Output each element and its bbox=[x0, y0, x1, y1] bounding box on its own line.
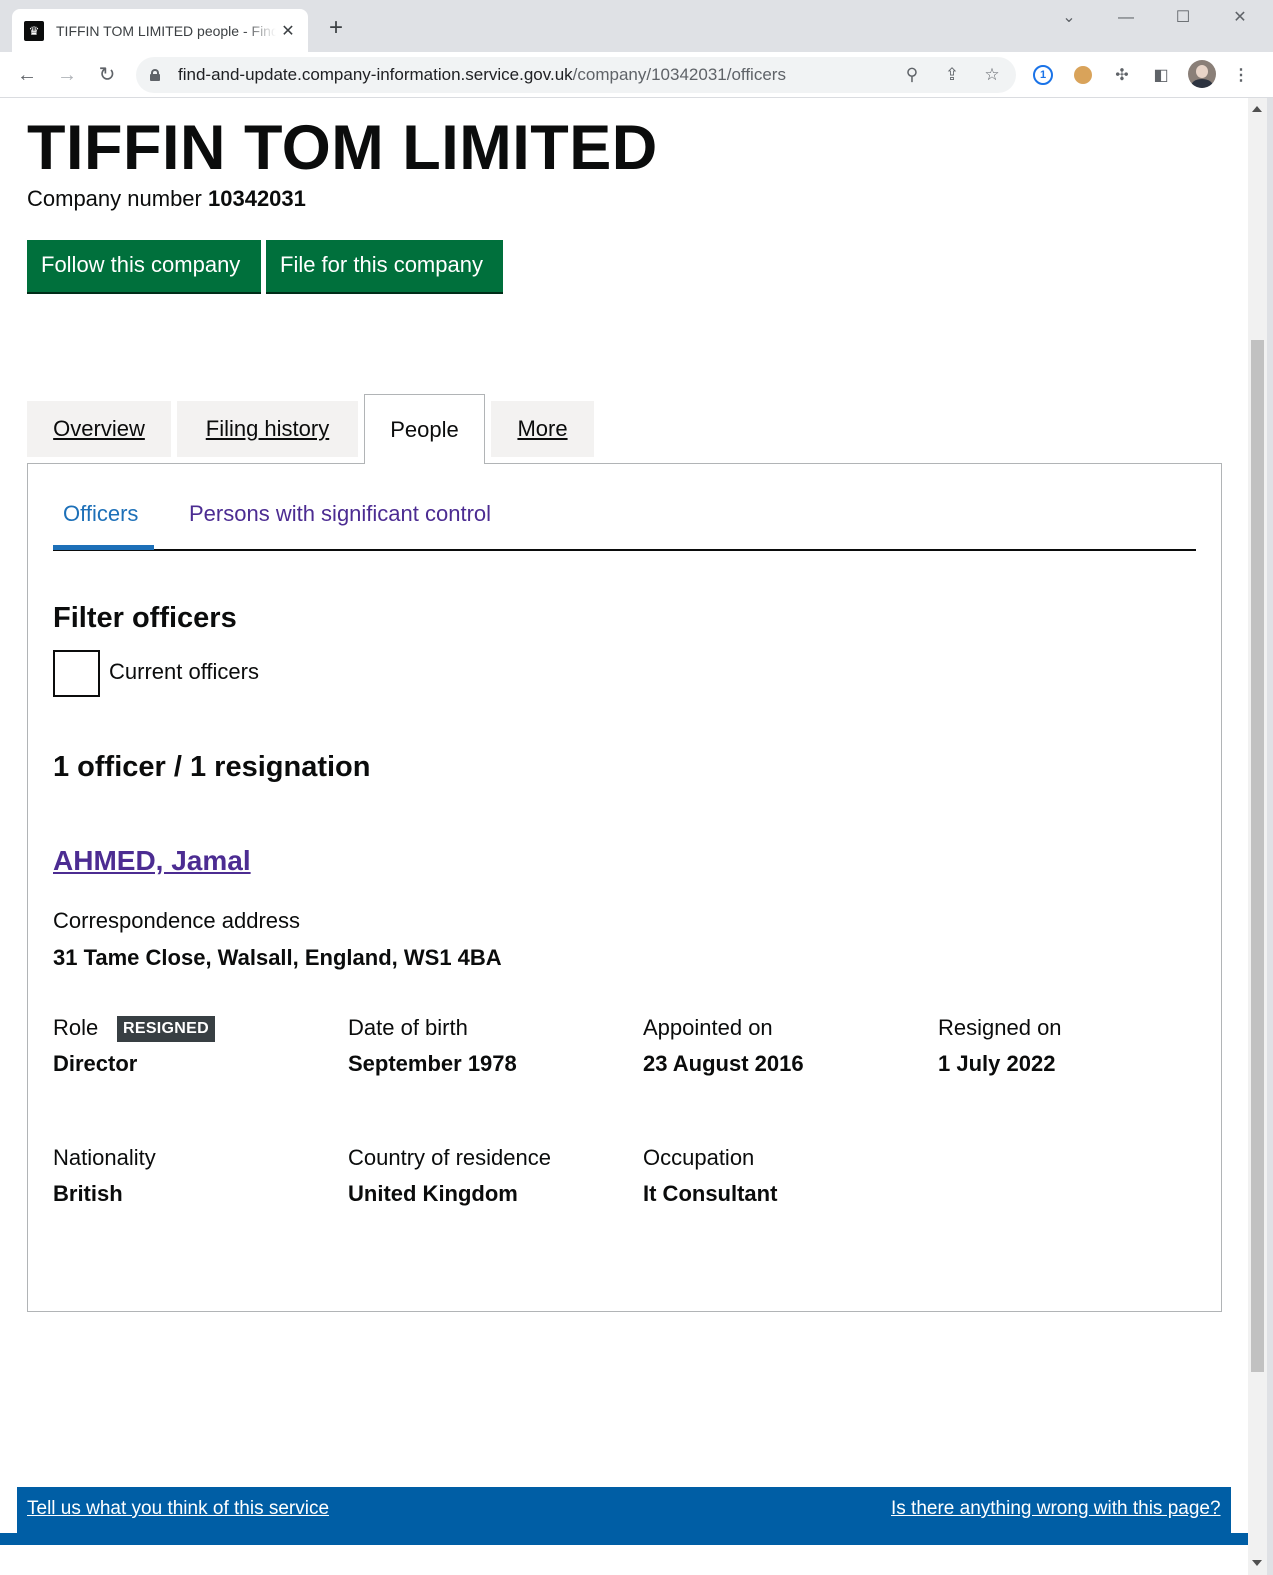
address-value: 31 Tame Close, Walsall, England, WS1 4BA bbox=[53, 945, 502, 970]
forward-icon[interactable]: → bbox=[54, 62, 80, 88]
status-badge: RESIGNED bbox=[117, 1016, 215, 1042]
page-scrollbar[interactable] bbox=[1248, 98, 1267, 1575]
extensions-puzzle-icon[interactable]: ✣ bbox=[1111, 64, 1133, 86]
subtab-active-indicator bbox=[53, 545, 154, 550]
browser-tab[interactable]: ♛ TIFFIN TOM LIMITED people - Find and u… bbox=[12, 9, 308, 52]
resigned-label: Resigned on bbox=[938, 1015, 1062, 1040]
url-text: find-and-update.company-information.serv… bbox=[178, 65, 786, 84]
tab-filing-history[interactable]: Filing history bbox=[177, 401, 358, 457]
nationality-label: Nationality bbox=[53, 1145, 156, 1170]
tab-overview[interactable]: Overview bbox=[27, 401, 171, 457]
officer-count-heading: 1 officer / 1 resignation bbox=[53, 751, 371, 783]
password-manager-icon[interactable]: 1 bbox=[1032, 64, 1054, 86]
current-officers-checkbox[interactable] bbox=[53, 650, 100, 697]
tab-more[interactable]: More bbox=[491, 401, 594, 457]
window-edge bbox=[1267, 98, 1273, 1575]
company-number-value: 10342031 bbox=[208, 186, 306, 211]
company-number: Company number 10342031 bbox=[27, 186, 306, 211]
feedback-service-link[interactable]: Tell us what you think of this service bbox=[27, 1498, 329, 1520]
close-tab-icon[interactable]: ✕ bbox=[278, 21, 298, 41]
scroll-thumb[interactable] bbox=[1251, 340, 1264, 1372]
scroll-up-icon[interactable] bbox=[1252, 106, 1262, 112]
address-bar[interactable]: find-and-update.company-information.serv… bbox=[136, 57, 1016, 93]
nationality-value: British bbox=[53, 1181, 123, 1206]
browser-tab-title: TIFFIN TOM LIMITED people - Find and upd… bbox=[56, 22, 276, 39]
occupation-value: It Consultant bbox=[643, 1181, 778, 1206]
subtab-divider bbox=[53, 549, 1196, 551]
occupation-label: Occupation bbox=[643, 1145, 755, 1170]
back-icon[interactable]: ← bbox=[14, 62, 40, 88]
side-panel-icon[interactable]: ◧ bbox=[1150, 64, 1172, 86]
dob-value: September 1978 bbox=[348, 1051, 517, 1076]
close-window-icon[interactable]: ✕ bbox=[1225, 8, 1255, 28]
subtab-officers[interactable]: Officers bbox=[63, 501, 138, 527]
profile-avatar[interactable] bbox=[1188, 60, 1216, 88]
maximize-icon[interactable]: ☐ bbox=[1168, 8, 1198, 28]
resigned-value: 1 July 2022 bbox=[938, 1051, 1056, 1076]
scroll-down-icon[interactable] bbox=[1252, 1560, 1262, 1566]
residence-label: Country of residence bbox=[348, 1145, 551, 1170]
crown-favicon-icon: ♛ bbox=[24, 20, 44, 41]
appointed-value: 23 August 2016 bbox=[643, 1051, 804, 1076]
current-officers-label[interactable]: Current officers bbox=[109, 659, 259, 685]
reload-icon[interactable]: ↻ bbox=[94, 62, 120, 88]
filter-heading: Filter officers bbox=[53, 602, 237, 634]
address-label: Correspondence address bbox=[53, 908, 301, 933]
follow-company-button[interactable]: Follow this company bbox=[27, 240, 261, 292]
dob-label: Date of birth bbox=[348, 1015, 468, 1040]
role-label: Role bbox=[53, 1015, 99, 1040]
residence-value: United Kingdom bbox=[348, 1181, 518, 1206]
people-panel bbox=[27, 463, 1222, 1312]
tab-people[interactable]: People bbox=[364, 394, 485, 464]
report-problem-link[interactable]: Is there anything wrong with this page? bbox=[891, 1498, 1221, 1520]
role-value: Director bbox=[53, 1051, 138, 1076]
minimize-icon[interactable]: — bbox=[1111, 8, 1141, 28]
file-for-company-button[interactable]: File for this company bbox=[266, 240, 503, 292]
cookie-extension-icon[interactable] bbox=[1072, 64, 1094, 86]
tab-search-icon[interactable]: ⌄ bbox=[1054, 8, 1084, 28]
officer-name-link[interactable]: AHMED, Jamal bbox=[53, 845, 251, 877]
appointed-label: Appointed on bbox=[643, 1015, 773, 1040]
subtab-psc[interactable]: Persons with significant control bbox=[189, 501, 491, 527]
company-name: TIFFIN TOM LIMITED bbox=[27, 113, 658, 183]
lock-icon bbox=[150, 69, 160, 81]
zoom-search-icon[interactable]: ⚲ bbox=[902, 65, 922, 85]
browser-menu-icon[interactable]: ⋮ bbox=[1230, 64, 1252, 86]
footer-strip bbox=[0, 1533, 1248, 1545]
bookmark-star-icon[interactable]: ☆ bbox=[982, 65, 1002, 85]
new-tab-icon[interactable]: + bbox=[324, 16, 348, 40]
browser-tab-bar: ♛ TIFFIN TOM LIMITED people - Find and u… bbox=[0, 0, 1273, 52]
browser-toolbar: ← → ↻ find-and-update.company-informatio… bbox=[0, 52, 1273, 98]
share-icon[interactable]: ⇪ bbox=[942, 65, 962, 85]
